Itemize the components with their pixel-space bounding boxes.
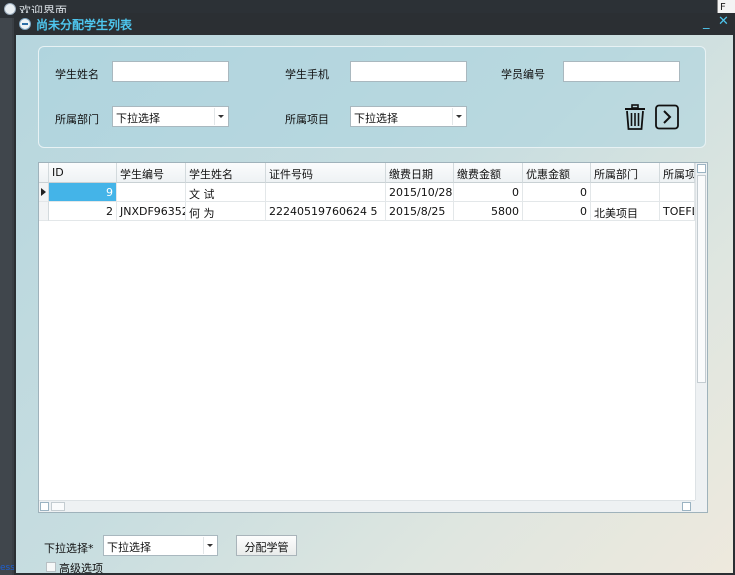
table-row[interactable]: 9 文 试 2015/10/28 0 0 (39, 183, 695, 202)
scroll-up-icon[interactable] (697, 164, 706, 173)
cell-student-code[interactable] (117, 183, 186, 202)
column-header-id[interactable]: ID (49, 163, 117, 183)
cell-id[interactable]: 2 (49, 202, 117, 221)
unassigned-students-dialog: 尚未分配学生列表 _ ✕ 学生姓名 学生手机 学员编号 所属部门 下拉选择 所属… (14, 13, 735, 575)
dialog-client-area: 学生姓名 学生手机 学员编号 所属部门 下拉选择 所属项目 下拉选择 ID 学生… (16, 35, 733, 575)
chevron-down-icon[interactable] (452, 108, 465, 125)
column-header-department[interactable]: 所属部门 (591, 163, 660, 183)
department-select[interactable]: 下拉选择 (112, 106, 229, 127)
cell-id[interactable]: 9 (49, 183, 117, 202)
student-name-input[interactable] (112, 61, 229, 82)
table-row[interactable]: 2 JNXDF96352 何 为 22240519760624 5 2015/8… (39, 202, 695, 221)
students-grid[interactable]: ID 学生编号 学生姓名 证件号码 缴费日期 缴费金额 优惠金额 所属部门 所属… (38, 162, 708, 513)
student-phone-label: 学生手机 (285, 68, 329, 81)
vertical-scroll-thumb[interactable] (697, 175, 706, 383)
scrollbar-corner (695, 500, 707, 512)
assign-select-label: 下拉选择* (44, 542, 94, 555)
cell-project[interactable]: TOEFL (660, 202, 695, 221)
department-label: 所属部门 (55, 113, 99, 126)
column-header-payment-amount[interactable]: 缴费金额 (454, 163, 523, 183)
department-select-value: 下拉选择 (116, 112, 160, 125)
assign-staff-select[interactable]: 下拉选择 (103, 535, 218, 556)
row-header[interactable] (39, 202, 49, 221)
app-logo-icon (19, 18, 31, 30)
horizontal-scrollbar[interactable] (39, 500, 695, 512)
cell-department[interactable]: 北美项目 (591, 202, 660, 221)
chevron-down-icon[interactable] (214, 108, 227, 125)
grid-corner-header (39, 163, 49, 183)
assign-staff-select-value: 下拉选择 (107, 541, 151, 554)
minimize-button[interactable]: _ (703, 15, 710, 30)
project-select[interactable]: 下拉选择 (350, 106, 467, 127)
cell-payment-date[interactable]: 2015/10/28 (386, 183, 454, 202)
advanced-options-label[interactable]: 高级选项 (59, 560, 103, 575)
cell-student-code[interactable]: JNXDF96352 (117, 202, 186, 221)
student-id-label: 学员编号 (501, 68, 545, 81)
cell-project[interactable] (660, 183, 695, 202)
column-header-project[interactable]: 所属项 (660, 163, 695, 183)
cell-student-name[interactable]: 文 试 (186, 183, 266, 202)
column-header-student-name[interactable]: 学生姓名 (186, 163, 266, 183)
cell-student-name[interactable]: 何 为 (186, 202, 266, 221)
background-status-text: ess (0, 563, 15, 573)
background-window-frame (0, 18, 12, 575)
current-row-arrow-icon (41, 188, 46, 196)
student-name-label: 学生姓名 (55, 68, 99, 81)
cell-payment-date[interactable]: 2015/8/25 (386, 202, 454, 221)
cell-discount-amount[interactable]: 0 (523, 202, 591, 221)
project-select-value: 下拉选择 (354, 112, 398, 125)
dialog-title: 尚未分配学生列表 (36, 18, 133, 32)
cell-id-number[interactable]: 22240519760624 5 (266, 202, 386, 221)
close-button[interactable]: ✕ (718, 14, 729, 29)
trash-icon[interactable] (624, 104, 646, 130)
cell-payment-amount[interactable]: 0 (454, 183, 523, 202)
vertical-scrollbar[interactable] (695, 163, 707, 500)
cell-payment-amount[interactable]: 5800 (454, 202, 523, 221)
student-phone-input[interactable] (350, 61, 467, 82)
cell-id-number[interactable] (266, 183, 386, 202)
horizontal-scroll-thumb[interactable] (51, 502, 65, 511)
dialog-titlebar[interactable]: 尚未分配学生列表 _ ✕ (14, 13, 735, 35)
chevron-down-icon[interactable] (203, 537, 216, 554)
grid-header-row: ID 学生编号 学生姓名 证件号码 缴费日期 缴费金额 优惠金额 所属部门 所属… (39, 163, 707, 183)
student-id-input[interactable] (563, 61, 680, 82)
background-right-edge-text: F (720, 2, 726, 13)
assign-manager-button[interactable]: 分配学管 (236, 535, 297, 556)
column-header-discount-amount[interactable]: 优惠金额 (523, 163, 591, 183)
column-header-payment-date[interactable]: 缴费日期 (386, 163, 454, 183)
advanced-options-checkbox[interactable] (46, 562, 56, 572)
scroll-right-icon[interactable] (682, 502, 691, 511)
chevron-right-icon[interactable] (655, 104, 679, 130)
filter-panel: 学生姓名 学生手机 学员编号 所属部门 下拉选择 所属项目 下拉选择 (38, 46, 706, 148)
cell-discount-amount[interactable]: 0 (523, 183, 591, 202)
column-header-id-number[interactable]: 证件号码 (266, 163, 386, 183)
row-header[interactable] (39, 183, 49, 202)
project-label: 所属项目 (285, 113, 329, 126)
cell-department[interactable] (591, 183, 660, 202)
scroll-left-icon[interactable] (40, 502, 49, 511)
column-header-student-code[interactable]: 学生编号 (117, 163, 186, 183)
